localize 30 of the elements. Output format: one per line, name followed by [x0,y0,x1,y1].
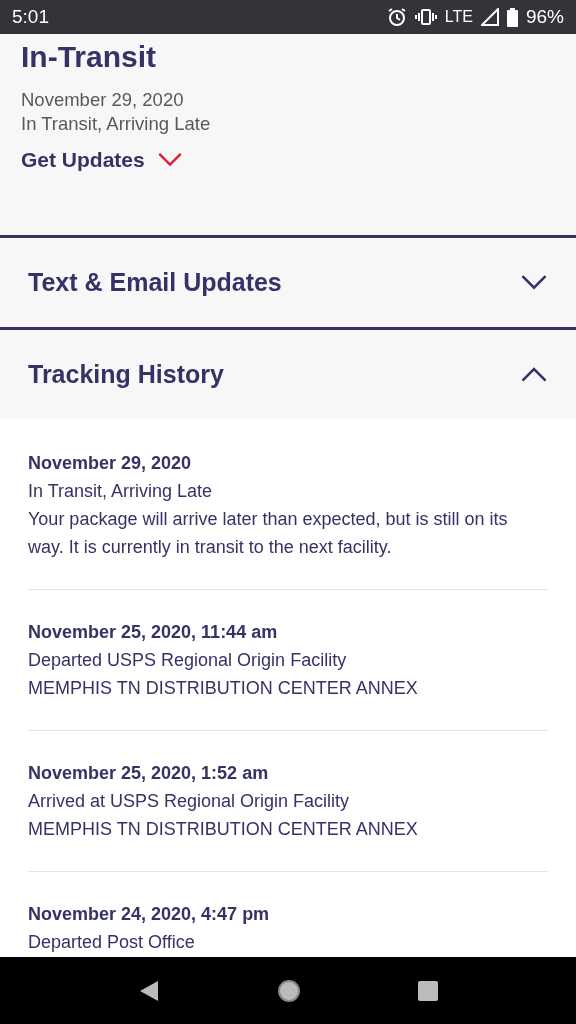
event-date: November 24, 2020, 4:47 pm [28,903,271,926]
status-date: November 29, 2020 [21,88,185,112]
battery-percent: 96% [525,6,564,28]
status-text: In Transit, Arriving Late [21,112,212,136]
event-detail: Arrived at USPS Regional Origin Facility [28,790,351,813]
shipment-status-title: In-Transit [21,40,157,74]
event-detail: Departed Post Office [28,931,196,954]
accordion-header[interactable]: Tracking History [0,327,576,419]
chevron-icon [520,274,548,291]
signal-icon [480,8,499,26]
event-detail: In Transit, Arriving Late [28,480,214,503]
event-detail: Departed USPS Regional Origin Facility [28,649,348,672]
event-date: November 25, 2020, 11:44 am [28,621,279,644]
battery-icon [506,7,518,27]
chevron-icon [156,152,183,168]
clock-time: 5:01 [12,6,49,28]
chevron-icon [520,366,548,383]
event-detail: MEMPHIS TN DISTRIBUTION CENTER ANNEX [28,818,419,841]
back-icon[interactable] [138,978,161,1003]
event-detail: MEMPHIS TN DISTRIBUTION CENTER ANNEX [28,677,419,700]
accordion-header[interactable]: Text & Email Updates [0,235,576,327]
home-icon[interactable] [277,978,301,1003]
recents-icon[interactable] [417,980,438,1001]
get-updates-link[interactable]: Get Updates [21,148,183,172]
alarm-icon [386,7,407,27]
vibrate-icon [414,8,437,26]
event-date: November 29, 2020 [28,452,193,475]
event-detail: Your package will arrive later than expected, but is still on its way. It is currently in transit to the next facility. [28,508,509,559]
network-label: LTE [444,8,473,26]
event-date: November 25, 2020, 1:52 am [28,762,270,785]
